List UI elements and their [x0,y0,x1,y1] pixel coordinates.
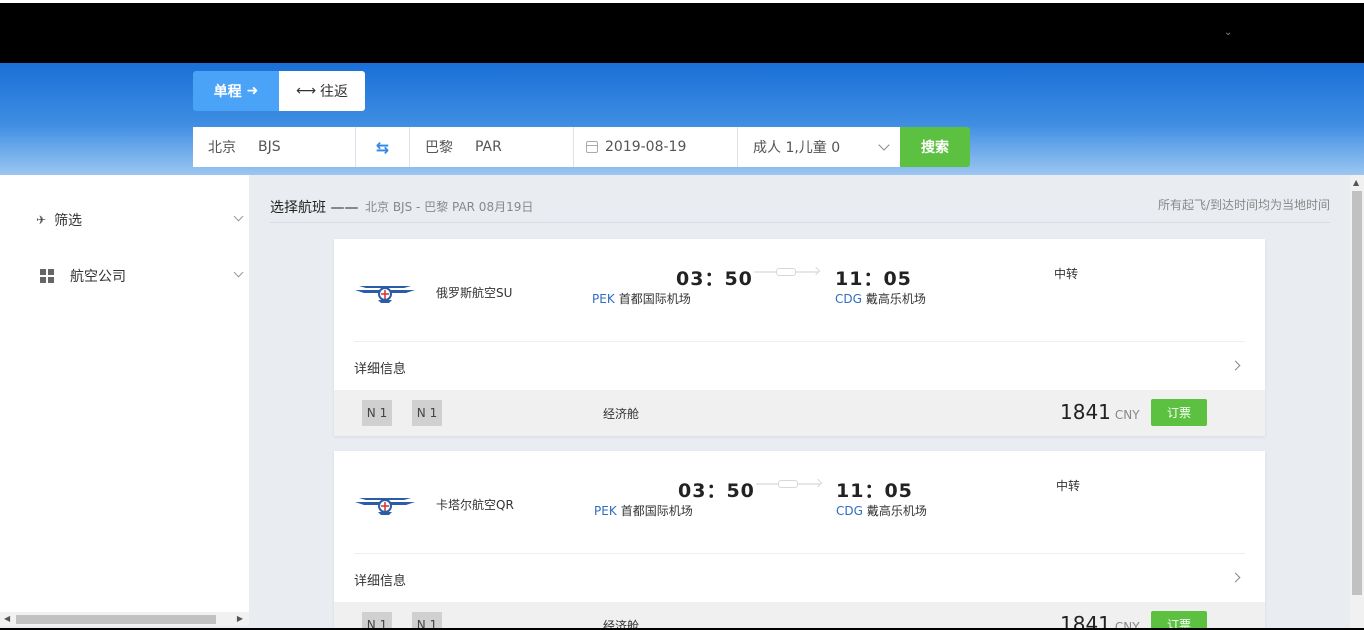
trip-type-toggle: 单程 ➜ ⟷ 往返 [193,71,365,111]
results-header: 选择航班 —— 北京 BJS - 巴黎 PAR 08月19日 所有起飞/到达时间… [270,192,1330,223]
scrollbar-thumb[interactable] [16,615,216,624]
to-city-name: 巴黎 [425,140,453,156]
calendar-icon [586,141,598,153]
chevron-down-icon [233,211,244,222]
details-label: 详细信息 [354,362,407,377]
price: 1841 CNY [1060,400,1140,424]
flight-route-line [754,268,818,276]
grid-icon [40,269,54,283]
flight-details-toggle[interactable]: 详细信息 [354,553,1245,602]
chevron-down-icon [878,139,890,151]
arrows-left-right-icon: ⟷ [295,83,317,99]
departure-airport: PEK 首都国际机场 [592,290,691,307]
airport-name: 戴高乐机场 [866,504,927,518]
arrival-time: 11：05 [836,480,913,502]
arrival-airport: CDG 戴高乐机场 [835,290,926,307]
chevron-down-icon[interactable]: ⌄ [1224,27,1232,38]
flight-card: 卡塔尔航空QR 03：50 11：05 PEK 首都国际机场 CDG 戴高乐机场 中… [334,451,1265,630]
airport-code: PEK [592,292,615,306]
cabin-class: 经济舱 [603,407,640,421]
airline-name: 卡塔尔航空QR [436,498,514,512]
currency: CNY [1114,408,1140,422]
from-city-field[interactable]: 北京 BJS [193,127,356,167]
from-city-code: BJS [258,139,281,155]
stops-label: 中转 [1054,267,1079,281]
sidebar-item-airlines[interactable]: 航空公司 [36,264,248,288]
seat-class-badge: N 1 [362,400,392,426]
fare-row: N 1 N 1 经济舱 1841 CNY 订票 [334,390,1265,436]
horizontal-scrollbar[interactable]: ◀ ▶ [0,612,249,626]
airport-name: 首都国际机场 [618,292,691,306]
arrival-time: 11：05 [835,268,912,290]
airport-code: CDG [836,504,863,518]
to-city-field[interactable]: 巴黎 PAR [410,127,574,167]
airline-logo-icon [355,498,415,515]
departure-time: 03：50 [678,480,755,502]
seat-class-badge: N 1 [412,400,442,426]
scroll-up-icon[interactable]: ▲ [1353,178,1359,187]
local-time-note: 所有起飞/到达时间均为当地时间 [1157,198,1330,212]
airport-name: 首都国际机场 [620,504,693,518]
scroll-left-icon[interactable]: ◀ [4,614,10,623]
oneway-button[interactable]: 单程 ➜ [193,71,279,111]
from-city-name: 北京 [208,140,236,156]
roundtrip-label: 往返 [320,84,349,100]
chevron-down-icon [233,267,244,278]
plane-icon: ✈ [36,213,47,227]
passenger-select[interactable]: 成人 1,儿童 0 [738,127,900,167]
section-title: 选择航班 —— [270,200,359,216]
flight-card: 俄罗斯航空SU 03：50 11：05 PEK 首都国际机场 CDG 戴高乐机场 中… [334,239,1265,436]
airport-code: PEK [594,504,617,518]
sidebar-item-filter[interactable]: ✈ 筛选 [36,208,248,232]
to-city-code: PAR [475,139,502,155]
sidebar-item-label: 航空公司 [70,269,126,285]
swap-icon: ⇆ [375,137,390,157]
flight-route-line [756,480,820,488]
airline-logo-icon [355,286,415,303]
swap-cities-button[interactable]: ⇆ [356,127,410,167]
book-button[interactable]: 订票 [1151,399,1207,426]
airline-name: 俄罗斯航空SU [436,286,513,300]
airport-name: 戴高乐机场 [865,292,926,306]
chevron-right-icon [1230,360,1241,371]
filter-sidebar: ✈ 筛选 航空公司 [0,175,249,612]
arrival-airport: CDG 戴高乐机场 [836,502,927,519]
date-value: 2019-08-19 [605,139,687,155]
scroll-right-icon[interactable]: ▶ [237,614,243,623]
route-summary: 北京 BJS - 巴黎 PAR 08月19日 [365,200,534,214]
arrow-right-icon: ➜ [246,83,259,99]
top-bar: ⌄ [0,0,1364,63]
fare-row: N 1 N 1 经济舱 1841 CNY 订票 [334,602,1265,630]
search-button[interactable]: 搜索 [900,127,970,167]
date-field[interactable]: 2019-08-19 [574,127,738,167]
vertical-scrollbar[interactable]: ▲ [1350,175,1364,630]
price-amount: 1841 [1060,400,1111,424]
sidebar-item-label: 筛选 [54,213,83,229]
scrollbar-thumb[interactable] [1352,191,1362,595]
chevron-right-icon [1230,572,1241,583]
roundtrip-button[interactable]: ⟷ 往返 [279,71,365,111]
departure-time: 03：50 [676,268,753,290]
stops-label: 中转 [1056,479,1081,493]
oneway-label: 单程 [213,84,242,100]
details-label: 详细信息 [354,574,407,589]
airport-code: CDG [835,292,862,306]
passenger-value: 成人 1,儿童 0 [753,140,841,156]
flight-details-toggle[interactable]: 详细信息 [354,341,1245,390]
departure-airport: PEK 首都国际机场 [594,502,693,519]
